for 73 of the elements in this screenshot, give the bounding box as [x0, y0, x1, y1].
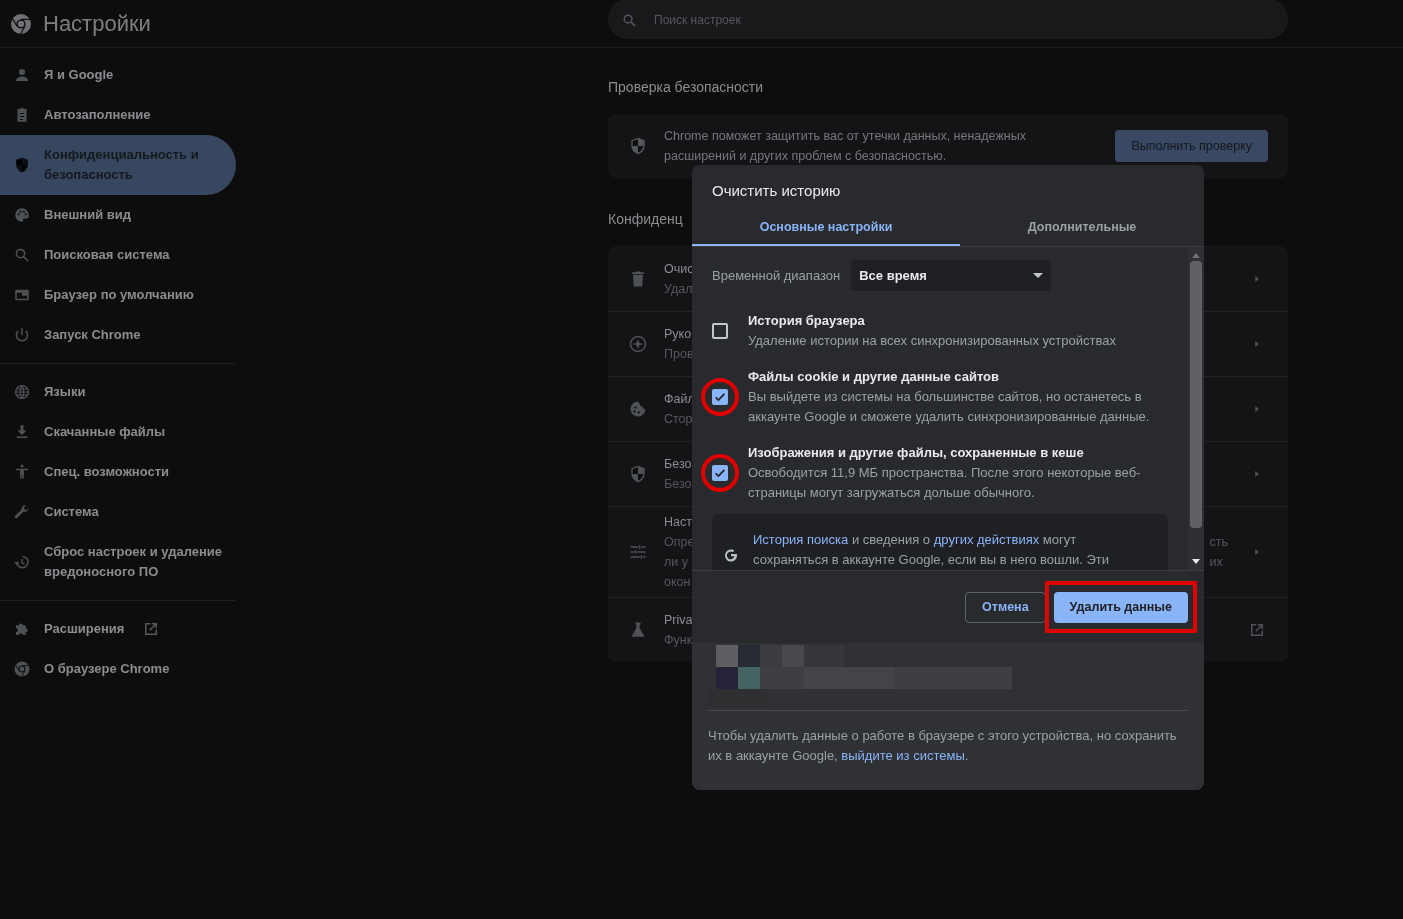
- sidebar-item[interactable]: Внешний вид: [0, 195, 236, 235]
- scrollbar[interactable]: [1188, 247, 1204, 570]
- setting-text: Наст: [664, 514, 693, 531]
- time-range-dropdown[interactable]: Все время: [851, 260, 1052, 291]
- option-description: Вы выйдете из системы на большинстве сайтов, но останетесь в аккаунте Google и сможете удалить синхронизированные данные.: [748, 388, 1151, 426]
- checkbox[interactable]: [712, 465, 728, 481]
- sidebar-item[interactable]: Автозаполнение: [0, 95, 236, 135]
- scrollbar-thumb[interactable]: [1190, 261, 1202, 528]
- accessibility-icon: [13, 463, 31, 481]
- checkbox[interactable]: [712, 389, 728, 405]
- field-label: Временной диапазон: [712, 266, 841, 285]
- link[interactable]: других действиях: [933, 532, 1040, 547]
- flask-icon: [628, 620, 648, 640]
- dialog-title: Очистить историю: [711, 181, 842, 201]
- sidebar-item[interactable]: Сброс настроек и удаление вредоносного ПО: [0, 532, 236, 592]
- search-icon: [13, 246, 31, 264]
- shield-icon: [628, 464, 648, 484]
- setting-text: Priva: [664, 612, 693, 629]
- checkbox[interactable]: [712, 323, 728, 339]
- link[interactable]: выйдите из системы: [841, 748, 965, 763]
- setting-text: ли у: [664, 554, 689, 571]
- history-icon: [13, 553, 31, 571]
- sidebar-item[interactable]: Поисковая система: [0, 235, 236, 275]
- google-g-icon: [722, 546, 740, 564]
- info-text: История поиска и сведения о других действиях могут сохраняться в аккаунте Google, если вы в него вошли. Эти: [753, 531, 1111, 569]
- sidebar-item[interactable]: Браузер по умолчанию: [0, 275, 236, 315]
- setting-text: Функ: [664, 632, 693, 649]
- sidebar-item[interactable]: О браузере Chrome: [0, 649, 236, 689]
- chrome-logo-icon: [9, 11, 33, 36]
- setting-text: окон: [664, 574, 692, 591]
- tab[interactable]: Основные настройки: [692, 210, 960, 246]
- option-description: Освободится 11,9 МБ пространства. После этого некоторые веб-страницы могут загружаться дольше обычного.: [748, 464, 1142, 502]
- section-heading: Конфиденц: [608, 210, 684, 229]
- tab[interactable]: Дополнительные: [960, 210, 1204, 246]
- power-icon: [13, 326, 31, 344]
- safety-check-text: Chrome поможет защитить вас от утечки данных, ненадежных расширений и других проблем с безопасностью.: [664, 128, 1027, 165]
- option-title: Изображения и другие файлы, сохраненные в кеше: [748, 444, 1085, 462]
- delete-data-button[interactable]: Удалить данные: [1053, 591, 1188, 623]
- cookie-icon: [628, 399, 648, 419]
- chrome-logo-icon: [13, 660, 31, 678]
- option-title: Файлы cookie и другие данные сайтов: [748, 368, 1001, 386]
- wrench-icon: [13, 503, 31, 521]
- page-title: Настройки: [43, 10, 151, 38]
- option-description: Удаление истории на всех синхронизированных устройствах: [748, 332, 1117, 350]
- setting-text: Стор: [664, 411, 694, 428]
- setting-text: Безо: [664, 476, 692, 493]
- section-heading: Проверка безопасности: [608, 78, 765, 97]
- shield-icon: [13, 156, 31, 174]
- setting-text: Удал: [664, 280, 694, 298]
- setting-text: Руко: [664, 326, 693, 343]
- shield-icon: [628, 136, 648, 156]
- sidebar-item[interactable]: Языки: [0, 372, 236, 412]
- person-icon: [13, 66, 31, 84]
- setting-text: сть: [1209, 534, 1228, 551]
- footer-text: Чтобы удалить данные о работе в браузере с этого устройства, но сохранить их в аккаунте Google, выйдите из системы.: [708, 727, 1178, 765]
- search-field[interactable]: Поиск настроек: [608, 0, 1288, 39]
- globe-icon: [13, 383, 31, 401]
- link[interactable]: История поиска: [753, 532, 849, 547]
- sidebar-item[interactable]: Спец. возможности: [0, 452, 236, 492]
- scroll-down-icon: [1192, 559, 1200, 564]
- sidebar-item[interactable]: Я и Google: [0, 55, 236, 95]
- sidebar-item[interactable]: Скачанные файлы: [0, 412, 236, 452]
- scroll-up-icon: [1192, 253, 1200, 258]
- sidebar-item[interactable]: Запуск Chrome: [0, 315, 236, 355]
- sidebar-item[interactable]: Расширения: [0, 609, 236, 649]
- sliders-icon: [628, 542, 648, 562]
- option-title: История браузера: [748, 312, 866, 330]
- caret-down-icon: [1033, 273, 1044, 278]
- setting-text: Безо: [664, 456, 692, 473]
- setting-text: Очис: [664, 260, 694, 278]
- palette-icon: [13, 206, 31, 224]
- sidebar-item[interactable]: Система: [0, 492, 236, 532]
- setting-text: их: [1209, 554, 1223, 571]
